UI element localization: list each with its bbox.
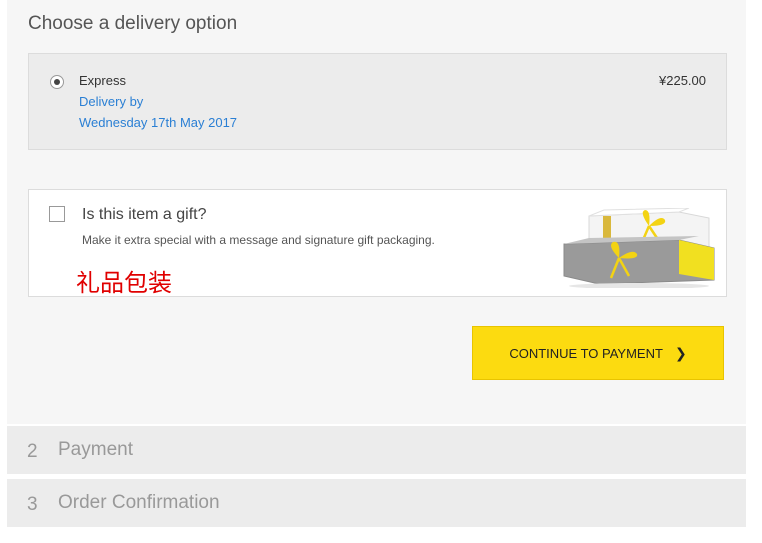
step-label: Order Confirmation <box>58 492 220 513</box>
continue-to-payment-button[interactable]: CONTINUE TO PAYMENT ❯ <box>472 326 724 380</box>
gift-question: Is this item a gift? <box>82 206 207 223</box>
step-payment[interactable]: 2 Payment <box>7 426 746 474</box>
delivery-option-name: Express <box>79 73 126 88</box>
continue-to-payment-label: CONTINUE TO PAYMENT <box>509 345 663 361</box>
delivery-radio[interactable] <box>50 75 64 89</box>
gift-chinese-note: 礼品包装 <box>76 269 172 297</box>
step-number: 2 <box>27 441 38 462</box>
chevron-right-icon: ❯ <box>674 344 687 361</box>
gift-box-icon <box>563 208 715 288</box>
step-label: Payment <box>58 439 133 460</box>
gift-checkbox[interactable] <box>49 206 65 222</box>
gift-option: Is this item a gift? Make it extra speci… <box>28 189 727 297</box>
section-title: Choose a delivery option <box>28 13 238 34</box>
delivery-panel: Choose a delivery option Express Deliver… <box>7 0 746 424</box>
step-order-confirmation[interactable]: 3 Order Confirmation <box>7 479 746 527</box>
delivery-option-express[interactable]: Express Delivery by Wednesday 17th May 2… <box>28 53 727 150</box>
delivery-by-label: Delivery by <box>79 94 144 109</box>
step-number: 3 <box>27 494 38 515</box>
delivery-price: ¥225.00 <box>659 73 706 88</box>
delivery-date: Wednesday 17th May 2017 <box>79 115 238 130</box>
gift-description: Make it extra special with a message and… <box>82 233 435 247</box>
